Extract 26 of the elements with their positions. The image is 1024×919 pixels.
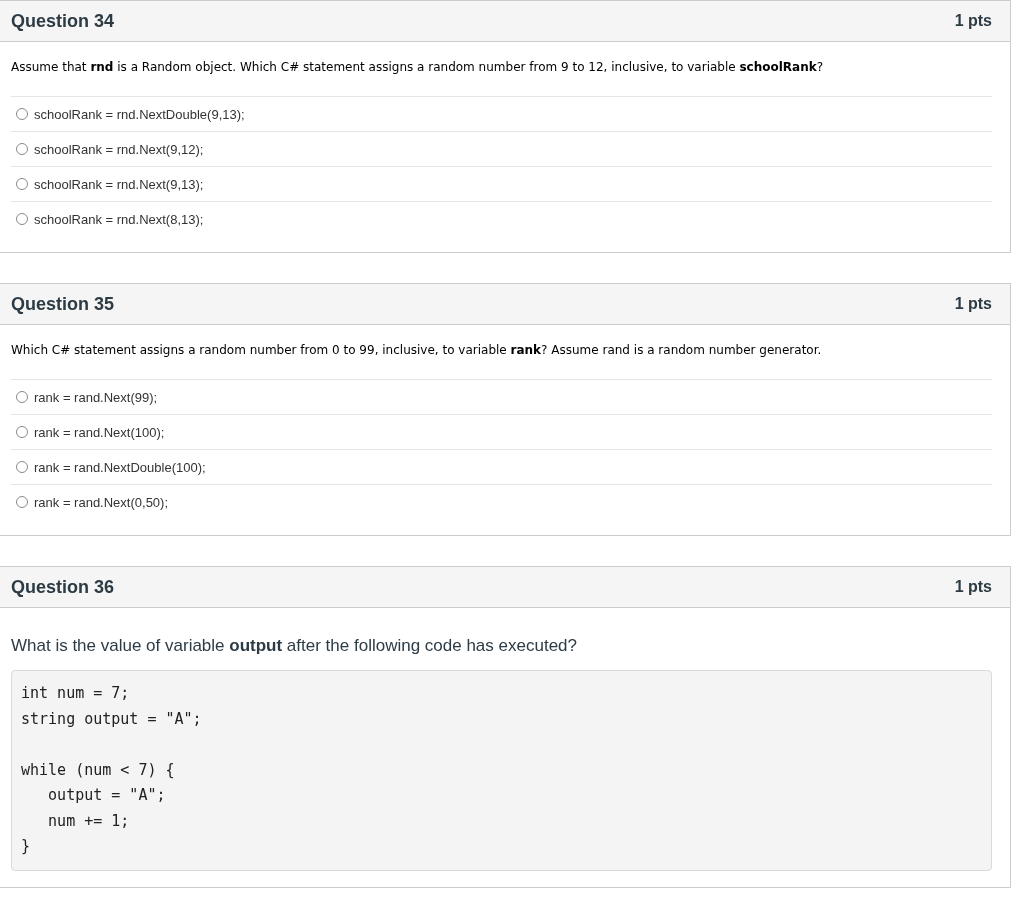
radio-button[interactable]	[16, 391, 28, 403]
radio-button[interactable]	[16, 496, 28, 508]
question-title: Question 36	[11, 576, 115, 598]
radio-button[interactable]	[16, 461, 28, 473]
points-label: 1 pts	[954, 295, 992, 313]
answer-option[interactable]: rank = rand.Next(0,50);	[11, 484, 992, 519]
answer-option[interactable]: schoolRank = rnd.NextDouble(9,13);	[11, 96, 992, 131]
radio-button[interactable]	[16, 213, 28, 225]
code-block: int num = 7; string output = "A"; while (num < 7) { output = "A"; num += 1; }	[11, 670, 992, 871]
question-title: Question 35	[11, 293, 115, 315]
radio-button[interactable]	[16, 426, 28, 438]
question-text: Assume that rnd is a Random object. Which C# statement assigns a random number from 9 to 12, inclusive, to variable schoolRank?	[11, 60, 825, 74]
question-text: Which C# statement assigns a random number from 0 to 99, inclusive, to variable rank? Assume rand is a random number generator.	[11, 343, 823, 357]
question-text: What is the value of variable output after the following code has executed?	[11, 636, 578, 656]
answer-option[interactable]: schoolRank = rnd.Next(8,13);	[11, 201, 992, 236]
answer-option[interactable]: schoolRank = rnd.Next(9,13);	[11, 166, 992, 201]
points-label: 1 pts	[954, 578, 992, 596]
question-title: Question 34	[11, 10, 115, 32]
answer-option[interactable]: rank = rand.Next(99);	[11, 379, 992, 414]
radio-button[interactable]	[16, 178, 28, 190]
radio-button[interactable]	[16, 143, 28, 155]
points-label: 1 pts	[954, 12, 992, 30]
answer-option[interactable]: rank = rand.Next(100);	[11, 414, 992, 449]
answer-option[interactable]: rank = rand.NextDouble(100);	[11, 449, 992, 484]
answer-option[interactable]: schoolRank = rnd.Next(9,12);	[11, 131, 992, 166]
radio-button[interactable]	[16, 108, 28, 120]
